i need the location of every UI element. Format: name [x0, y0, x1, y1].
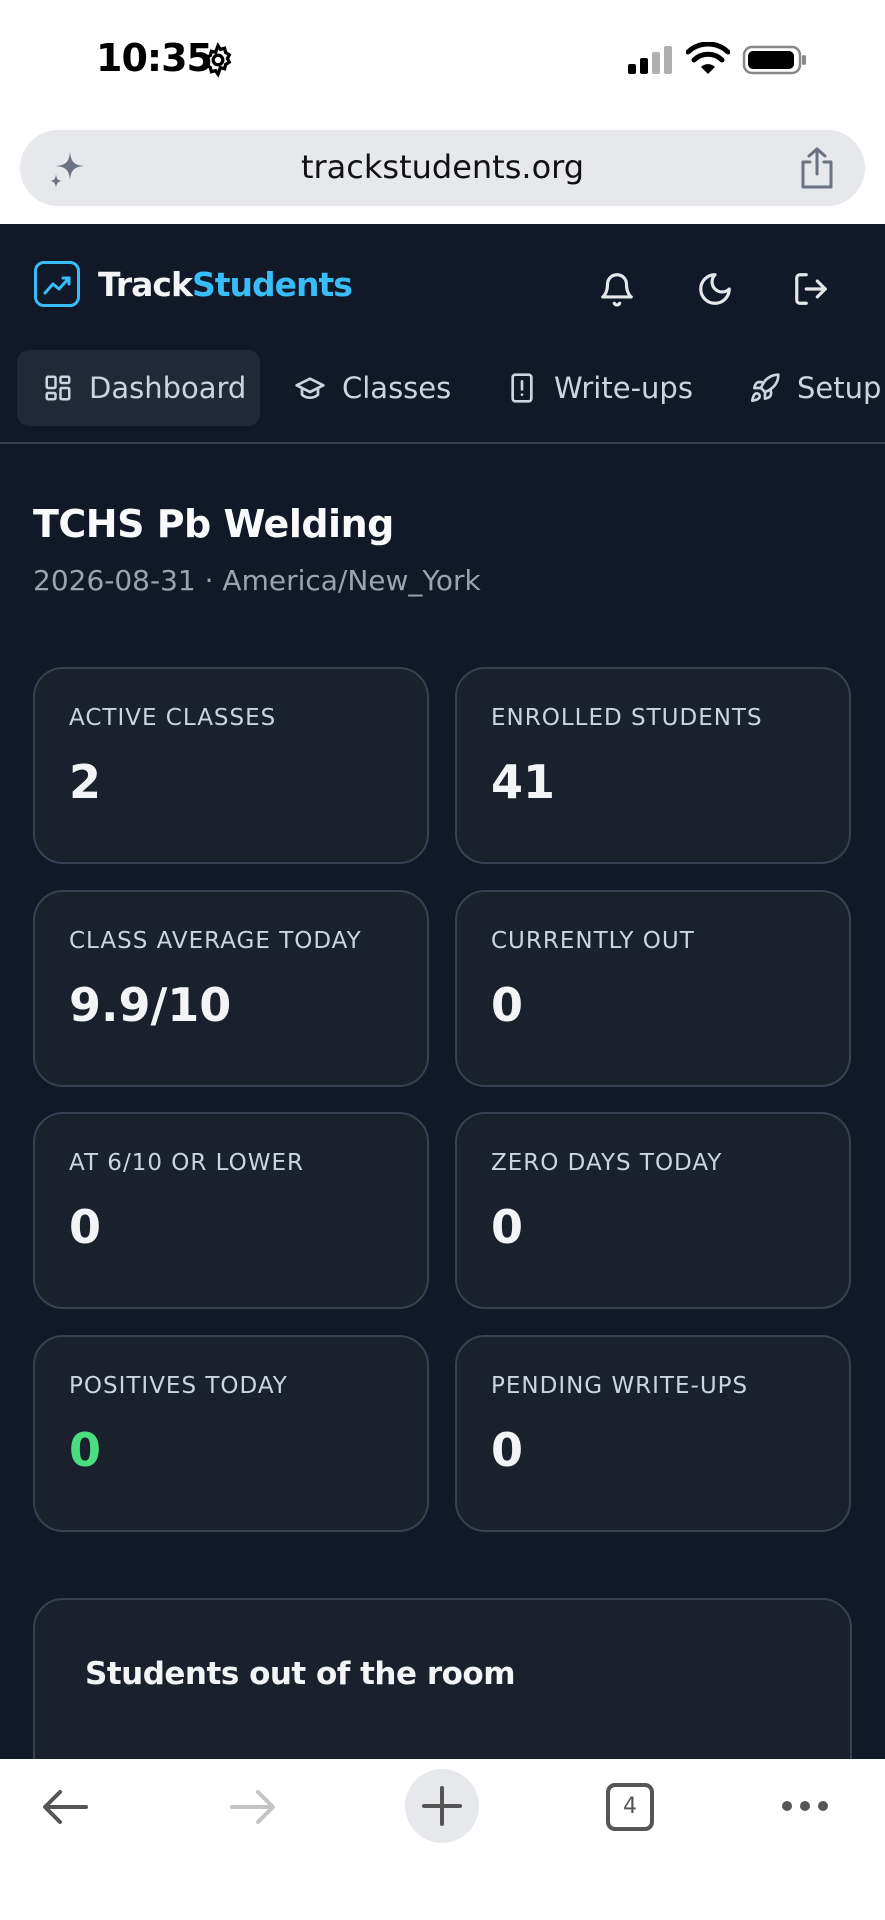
battery-icon: [742, 45, 806, 75]
stat-card-enrolled-students: ENROLLED STUDENTS 41: [455, 667, 851, 864]
browser-toolbar: 4: [0, 1759, 885, 1920]
url-text[interactable]: trackstudents.org: [20, 148, 865, 186]
app-logo[interactable]: TrackStudents: [98, 265, 353, 304]
tab-label: Classes: [342, 371, 452, 405]
forward-arrow-icon[interactable]: [228, 1787, 278, 1827]
stat-card-active-classes: ACTIVE CLASSES 2: [33, 667, 429, 864]
gear-icon: [204, 42, 232, 78]
status-bar: 10:35: [0, 0, 885, 118]
stat-card-zero-days: ZERO DAYS TODAY 0: [455, 1112, 851, 1309]
back-arrow-icon[interactable]: [40, 1787, 90, 1827]
logout-icon[interactable]: [792, 270, 830, 308]
share-icon[interactable]: [797, 146, 837, 190]
nav-divider: [0, 442, 885, 444]
stat-label: ZERO DAYS TODAY: [491, 1150, 723, 1176]
plus-icon: [422, 1786, 462, 1826]
stat-card-class-average: CLASS AVERAGE TODAY 9.9/10: [33, 890, 429, 1087]
status-time: 10:35: [96, 36, 213, 80]
tab-label: Setup: [797, 371, 882, 405]
rocket-icon: [751, 373, 780, 402]
tab-dashboard[interactable]: Dashboard: [17, 350, 260, 426]
bell-icon[interactable]: [598, 270, 636, 308]
stat-label: POSITIVES TODAY: [69, 1373, 288, 1399]
stat-label: ACTIVE CLASSES: [69, 705, 277, 731]
stat-value: 0: [491, 978, 524, 1032]
stat-card-low-scores: AT 6/10 OR LOWER 0: [33, 1112, 429, 1309]
stat-label: AT 6/10 OR LOWER: [69, 1150, 305, 1176]
stat-value: 0: [491, 1423, 524, 1477]
page-title: TCHS Pb Welding: [33, 502, 394, 546]
app-container: TrackStudents Dashboard Classes Write-up…: [0, 224, 885, 1759]
students-out-card: Students out of the room: [33, 1598, 852, 1759]
stat-value: 0: [69, 1423, 102, 1477]
address-area: trackstudents.org: [0, 118, 885, 224]
stat-label: CLASS AVERAGE TODAY: [69, 928, 362, 954]
stat-label: PENDING WRITE-UPS: [491, 1373, 749, 1399]
logo-text-students: Students: [191, 265, 353, 304]
stat-card-currently-out: CURRENTLY OUT 0: [455, 890, 851, 1087]
tab-label: Write-ups: [554, 371, 693, 405]
stat-label: CURRENTLY OUT: [491, 928, 695, 954]
logo-text-track: Track: [98, 265, 193, 304]
stat-value: 0: [69, 1200, 102, 1254]
logo-icon[interactable]: [34, 261, 80, 307]
address-bar[interactable]: trackstudents.org: [20, 130, 865, 206]
alert-file-icon: [511, 373, 533, 403]
cellular-signal-icon: [628, 46, 672, 74]
stat-card-pending-write-ups: PENDING WRITE-UPS 0: [455, 1335, 851, 1532]
dashboard-icon: [45, 375, 71, 401]
stat-value: 41: [491, 755, 556, 809]
moon-icon[interactable]: [696, 270, 734, 308]
stat-label: ENROLLED STUDENTS: [491, 705, 763, 731]
page-subtitle: 2026-08-31 · America/New_York: [33, 564, 481, 597]
tab-label: Dashboard: [89, 371, 247, 405]
stat-card-positives: POSITIVES TODAY 0: [33, 1335, 429, 1532]
stat-value: 0: [491, 1200, 524, 1254]
more-options-icon[interactable]: [780, 1799, 830, 1813]
nav-tabs: Dashboard Classes Write-ups Setup: [0, 350, 885, 442]
tab-classes[interactable]: Classes: [278, 350, 478, 426]
stat-value: 9.9/10: [69, 978, 232, 1032]
tab-write-ups[interactable]: Write-ups: [490, 350, 720, 426]
section-title: Students out of the room: [85, 1656, 516, 1692]
app-header: TrackStudents: [0, 224, 885, 342]
tab-setup[interactable]: Setup: [733, 350, 885, 426]
wifi-icon: [686, 42, 730, 74]
tab-count-button[interactable]: 4: [606, 1783, 654, 1831]
new-tab-button[interactable]: [405, 1769, 479, 1843]
graduation-cap-icon: [295, 377, 325, 399]
stat-value: 2: [69, 755, 102, 809]
